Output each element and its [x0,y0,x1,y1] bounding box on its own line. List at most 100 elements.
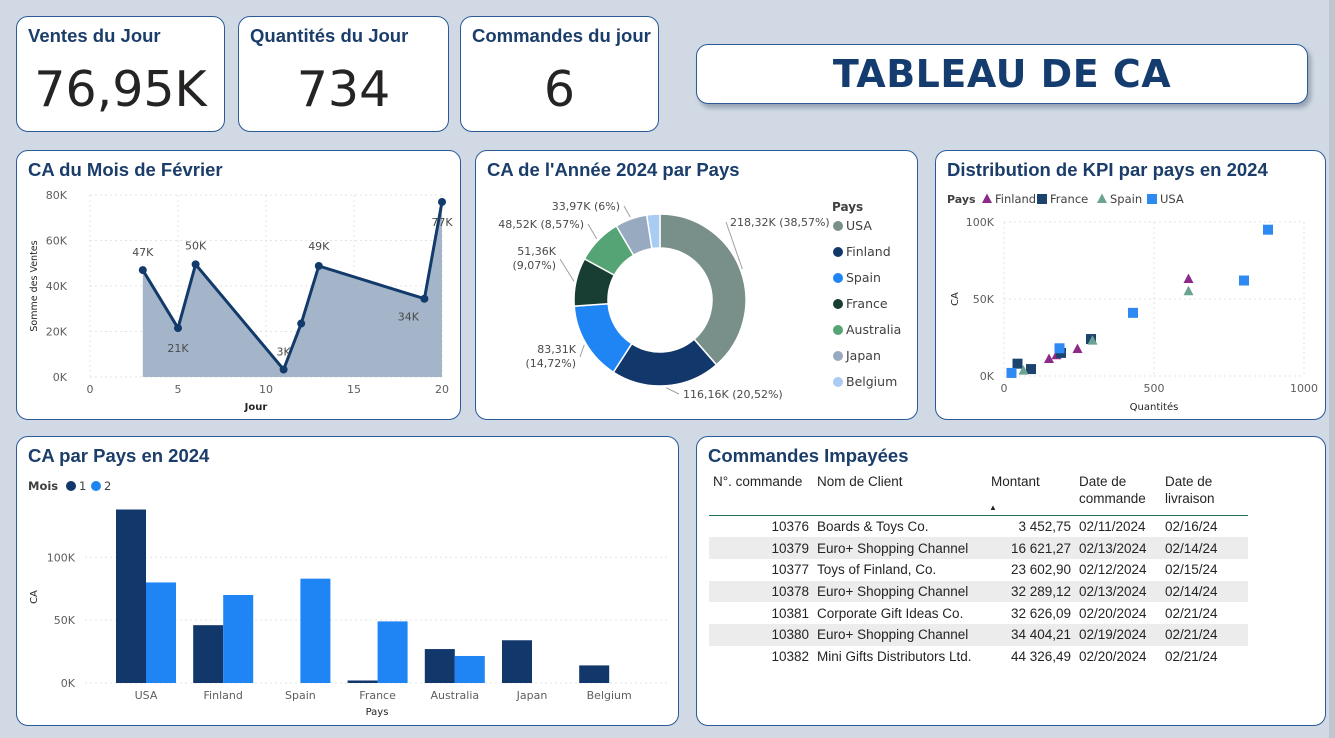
x-tick-label: Spain [285,689,316,702]
line-chart[interactable]: 0K 20K 40K 60K 80K 0 5 10 15 20 47K 21K 50K 3K 49K 34K 7… [17,151,461,420]
kpi-card-commandes[interactable]: Commandes du jour 6 [460,16,659,132]
bar [300,578,331,683]
y-tick-label: 60K [46,235,68,248]
bar [424,649,455,683]
column-header-client-name[interactable]: Nom de Client [813,470,987,516]
dashboard-title: TABLEAU DE CA [832,52,1172,96]
table-row[interactable]: 10382 Mini Gifts Distributors Ltd. 44 326,… [709,645,1248,668]
table-row[interactable]: 10379 Euro+ Shopping Channel 16 621,27 02/1… [709,537,1248,559]
cell-amount: 16 621,27 [987,537,1075,559]
kpi-value: 6 [543,61,576,118]
column-header-amount[interactable]: Montant ▲ [987,470,1075,516]
unpaid-orders-card[interactable]: Commandes Impayées N°. commande Nom de C… [696,436,1326,726]
x-tick-label: Australia [430,689,479,702]
data-label: 83,31K [537,343,576,356]
x-tick-label: 15 [347,383,361,396]
cell-amount: 32 289,12 [987,580,1075,603]
data-label: (14,72%) [525,357,576,370]
table-row[interactable]: 10381 Corporate Gift Ideas Co. 32 626,09 02… [709,602,1248,624]
leader-line [623,205,631,218]
cell-order-number: 10377 [709,558,813,581]
table-row[interactable]: 10376 Boards & Toys Co. 3 452,75 02/11/2024… [709,515,1248,538]
table-row[interactable]: 10378 Euro+ Shopping Channel 32 289,12 02/1… [709,580,1248,603]
cell-order-date: 02/13/2024 [1075,580,1161,603]
legend-marker [833,221,843,231]
table-title: Commandes Impayées [708,445,909,466]
kpi-title: Ventes du Jour [28,25,161,46]
x-tick-label: Japan [516,689,548,702]
cell-order-date: 02/13/2024 [1075,537,1161,559]
data-point [174,324,182,333]
bar [579,665,610,683]
scatter-point [1037,194,1047,204]
cell-client-name: Boards & Toys Co. [813,515,987,538]
bar [502,640,532,683]
legend-item: 2 [104,479,111,493]
cell-order-number: 10379 [709,537,813,559]
bar-chart[interactable]: 0K 50K 100K USA Finland Spain France Australia J… [17,437,679,726]
scatter-point [1006,367,1017,378]
y-tick-label: 80K [46,189,68,202]
data-label: 3K [276,345,291,358]
scatter-point [1183,285,1194,296]
legend-item: USA [846,218,872,233]
kpi-title: Commandes du jour [472,25,651,46]
kpi-title: Quantités du Jour [250,25,409,46]
cell-amount: 34 404,21 [987,623,1075,646]
y-tick-label: 0K [53,371,68,384]
cell-order-number: 10380 [709,623,813,646]
scatter-point [1128,307,1138,318]
x-tick-label: Finland [204,689,243,702]
donut-chart-card[interactable]: CA de l'Année 2024 par Pays 218,32K (38,… [475,150,918,420]
x-axis-label: Jour [244,402,268,413]
sort-down-icon[interactable]: ▲ [989,499,997,516]
scatter-point [1026,364,1036,375]
donut-chart[interactable]: 218,32K (38,57%) 116,16K (20,52%) 83,31K(1… [476,151,918,420]
leader-line [579,344,585,358]
scrollbar-track[interactable] [1329,0,1335,738]
data-label: 47K [132,246,154,259]
x-tick-label: 0 [87,383,94,396]
unpaid-orders-table[interactable]: N°. commande Nom de Client Montant ▲ Date… [709,470,1248,668]
bar [454,655,485,683]
x-tick-label: 1000 [1290,382,1318,395]
bar-chart-card[interactable]: CA par Pays en 2024 0K 50K 100K USA Finland S… [16,436,679,726]
dashboard-banner: TABLEAU DE CA [696,44,1308,104]
scatter-chart[interactable]: 0K 50K 100K 0 500 1000 Quantités CA Pays Finland F… [936,151,1326,420]
data-label: 21K [167,342,189,355]
cell-amount: 3 452,75 [987,515,1075,538]
cell-amount: 32 626,09 [987,602,1075,624]
table-row[interactable]: 10377 Toys of Finland, Co. 23 602,90 02/12/… [709,558,1248,581]
data-label: 33,97K (6%) [552,200,620,213]
y-tick-label: 0K [980,370,995,383]
scatter-point [982,193,992,203]
bar [347,680,378,683]
scatter-point [1054,343,1065,354]
cell-amount: 44 326,49 [987,645,1075,668]
column-header-order-date[interactable]: Date de commande [1075,470,1161,516]
scatter-point [1097,193,1107,203]
data-label: 49K [308,240,330,253]
cell-order-number: 10376 [709,515,813,538]
kpi-card-ventes[interactable]: Ventes du Jour 76,95K [16,16,225,132]
bar [223,595,254,683]
cell-delivery-date: 02/14/24 [1161,580,1248,603]
cell-client-name: Euro+ Shopping Channel [813,580,987,603]
cell-delivery-date: 02/14/24 [1161,537,1248,559]
cell-order-number: 10382 [709,645,813,668]
cell-delivery-date: 02/16/24 [1161,515,1248,538]
data-point [279,365,288,374]
column-header-delivery-date[interactable]: Date de livraison [1161,470,1248,516]
x-tick-label: 10 [259,383,273,396]
cell-order-date: 02/12/2024 [1075,558,1161,581]
scatter-chart-card[interactable]: Distribution de KPI par pays en 2024 0K 5… [935,150,1326,420]
y-tick-label: 0K [61,677,76,690]
column-header-order-number[interactable]: N°. commande [709,470,813,516]
line-chart-card[interactable]: CA du Mois de Février 0K 20K 40K 60K 80K 0 5 10… [16,150,461,420]
data-point [438,197,446,206]
data-label: 48,52K (8,57%) [498,218,584,231]
kpi-card-quantites[interactable]: Quantités du Jour 734 [238,16,449,132]
table-row[interactable]: 10380 Euro+ Shopping Channel 34 404,21 02/1… [709,623,1248,646]
cell-order-date: 02/20/2024 [1075,645,1161,668]
legend-item: 1 [79,479,86,493]
